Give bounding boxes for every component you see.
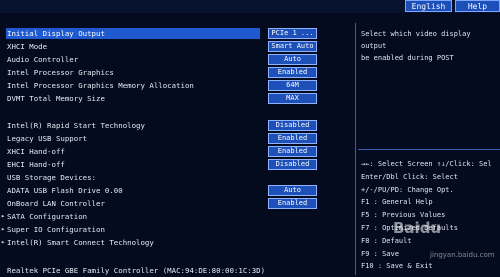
section-label: USB Storage Devices: bbox=[7, 173, 96, 182]
key-help-item: →←: Select Screen ↑↓/Click: Sel bbox=[361, 160, 492, 168]
setting-xhci-mode[interactable]: XHCI Mode Smart Auto bbox=[0, 40, 350, 53]
submenu-smart-connect[interactable]: ▸ Intel(R) Smart Connect Technology bbox=[0, 236, 350, 249]
setting-value[interactable]: Disabled bbox=[268, 159, 317, 170]
setting-ehci-handoff[interactable]: EHCI Hand-off Disabled bbox=[0, 158, 350, 171]
setting-label: Intel(R) Rapid Start Technology bbox=[7, 121, 145, 130]
language-button[interactable]: English bbox=[405, 0, 452, 12]
setting-label: DVMT Total Memory Size bbox=[7, 94, 105, 103]
setting-label: Intel Processor Graphics Memory Allocati… bbox=[7, 81, 194, 90]
setting-value[interactable]: Enabled bbox=[268, 146, 317, 157]
setting-realtek-controller[interactable]: Realtek PCIe GBE Family Controller (MAC:… bbox=[0, 264, 350, 277]
key-help-item: +/-/PU/PD: Change Opt. bbox=[361, 185, 454, 194]
setting-value[interactable]: 64M bbox=[268, 80, 317, 91]
submenu-arrow-icon: ▸ bbox=[1, 238, 6, 246]
setting-value[interactable]: PCIe 1 ... bbox=[268, 28, 317, 39]
key-help-item: Enter/Dbl Click: Select bbox=[361, 172, 458, 181]
setting-label: Intel Processor Graphics bbox=[7, 68, 114, 77]
setting-label: XHCI Hand-off bbox=[7, 147, 65, 156]
setting-label: Realtek PCIe GBE Family Controller (MAC:… bbox=[7, 266, 266, 275]
setting-adata-usb[interactable]: ADATA USB Flash Drive 0.00 Auto bbox=[0, 184, 350, 197]
setting-label: Initial Display Output bbox=[7, 29, 105, 38]
setting-audio-controller[interactable]: Audio Controller Auto bbox=[0, 53, 350, 66]
setting-label: ADATA USB Flash Drive 0.00 bbox=[7, 186, 123, 195]
usb-storage-heading: USB Storage Devices: bbox=[0, 171, 350, 184]
setting-graphics-memory-allocation[interactable]: Intel Processor Graphics Memory Allocati… bbox=[0, 79, 350, 92]
setting-intel-processor-graphics[interactable]: Intel Processor Graphics Enabled bbox=[0, 66, 350, 79]
setting-value[interactable]: Enabled bbox=[268, 67, 317, 78]
setting-xhci-handoff[interactable]: XHCI Hand-off Enabled bbox=[0, 145, 350, 158]
setting-value[interactable]: MAX bbox=[268, 93, 317, 104]
watermark-logo: Baidu bbox=[393, 219, 442, 237]
setting-dvmt-total-memory[interactable]: DVMT Total Memory Size MAX bbox=[0, 92, 350, 105]
help-separator bbox=[358, 149, 500, 150]
setting-value[interactable]: Auto bbox=[268, 54, 317, 65]
help-panel: Select which video display output be ena… bbox=[358, 23, 500, 275]
submenu-arrow-icon: ▸ bbox=[1, 212, 6, 220]
setting-label: OnBoard LAN Controller bbox=[7, 199, 105, 208]
settings-list: Initial Display Output PCIe 1 ... XHCI M… bbox=[0, 23, 350, 275]
setting-label: SATA Configuration bbox=[7, 212, 88, 221]
setting-legacy-usb[interactable]: Legacy USB Support Enabled bbox=[0, 132, 350, 145]
submenu-arrow-icon: ▸ bbox=[1, 225, 6, 233]
submenu-super-io[interactable]: ▸ Super IO Configuration bbox=[0, 223, 350, 236]
setting-value[interactable]: Auto bbox=[268, 185, 317, 196]
watermark-url: jingyan.baidu.com bbox=[430, 251, 495, 259]
setting-rapid-start[interactable]: Intel(R) Rapid Start Technology Disabled bbox=[0, 119, 350, 132]
setting-value[interactable]: Smart Auto bbox=[268, 41, 317, 52]
setting-onboard-lan[interactable]: OnBoard LAN Controller Enabled bbox=[0, 197, 350, 210]
setting-value[interactable]: Enabled bbox=[268, 133, 317, 144]
setting-label: Super IO Configuration bbox=[7, 225, 105, 234]
setting-value[interactable]: Enabled bbox=[268, 198, 317, 209]
key-help-item: F10 : Save & Exit bbox=[361, 262, 433, 271]
panel-divider bbox=[355, 23, 356, 275]
setting-label: Intel(R) Smart Connect Technology bbox=[7, 238, 154, 247]
key-help-item: F1 : General Help bbox=[361, 198, 433, 207]
help-description: Select which video display output be ena… bbox=[361, 30, 471, 62]
setting-label: Legacy USB Support bbox=[7, 134, 88, 143]
help-button[interactable]: Help bbox=[455, 0, 500, 12]
submenu-sata-configuration[interactable]: ▸ SATA Configuration bbox=[0, 210, 350, 223]
top-bar: English Help bbox=[0, 0, 500, 13]
setting-label: Audio Controller bbox=[7, 55, 79, 64]
setting-initial-display-output[interactable]: Initial Display Output PCIe 1 ... bbox=[0, 27, 350, 40]
setting-value[interactable]: Disabled bbox=[268, 120, 317, 131]
setting-label: XHCI Mode bbox=[7, 42, 48, 51]
setting-label: EHCI Hand-off bbox=[7, 160, 65, 169]
